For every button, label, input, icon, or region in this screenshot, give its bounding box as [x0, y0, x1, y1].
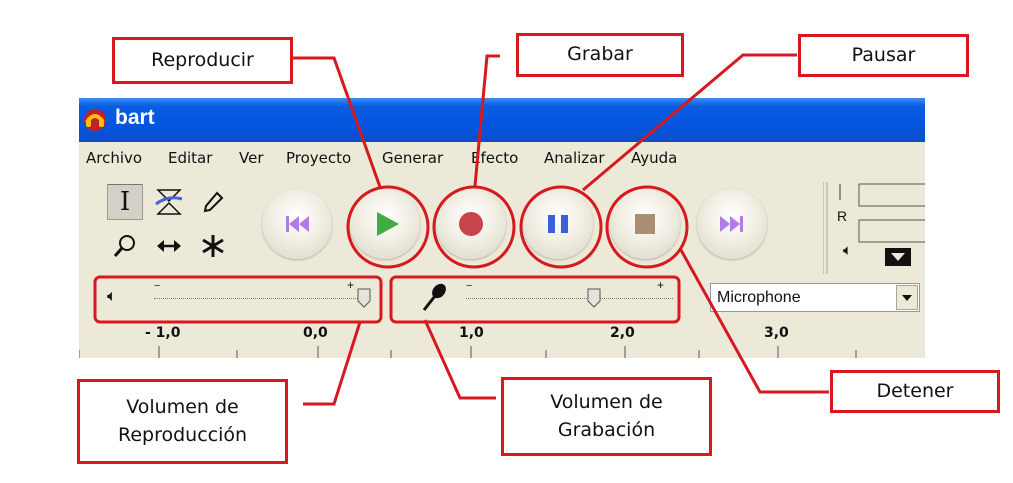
draw-tool-icon[interactable] [195, 184, 231, 220]
ruler-label: 2,0 [610, 325, 635, 341]
zoom-tool-icon[interactable] [107, 228, 143, 264]
record-icon [459, 212, 483, 236]
playback-volume-slider-thumb[interactable] [357, 288, 371, 308]
window-title: bart [115, 106, 155, 129]
menu-efecto[interactable]: Efecto [471, 149, 518, 167]
menu-editar[interactable]: Editar [168, 149, 212, 167]
ruler-ticks [79, 346, 857, 358]
playback-volume-slider-track[interactable] [154, 298, 364, 301]
callout-stop: Detener [830, 370, 1000, 413]
timeline-ruler[interactable]: - 1,0 0,0 1,0 2,0 3,0 [79, 320, 925, 358]
recording-volume-slider-track[interactable] [466, 298, 673, 301]
menu-proyecto[interactable]: Proyecto [286, 149, 351, 167]
play-button[interactable] [350, 189, 420, 259]
ruler-label: 0,0 [303, 325, 328, 341]
ruler-label: - 1,0 [145, 325, 181, 341]
pause-button[interactable] [523, 189, 593, 259]
callout-recording-volume: Volumen de Grabación [501, 377, 712, 456]
callout-record: Grabar [516, 33, 684, 77]
skip-end-icon [720, 216, 743, 232]
menu-ayuda[interactable]: Ayuda [631, 149, 677, 167]
stop-icon [635, 214, 655, 234]
playback-speaker-icon: 🔈︎ [107, 288, 117, 305]
title-bar[interactable]: bart [79, 98, 925, 142]
audacity-window: bart Archivo Editar Ver Proyecto Generar… [79, 98, 925, 358]
menu-generar[interactable]: Generar [382, 149, 443, 167]
record-button[interactable] [436, 189, 506, 259]
skip-start-icon [286, 216, 309, 232]
timeshift-tool-icon[interactable] [151, 228, 187, 264]
input-source-select[interactable]: Microphone [710, 283, 920, 312]
multi-tool-icon[interactable] [195, 228, 231, 264]
mixer-toolbar: 🔈︎ − + − + Microphone [79, 274, 925, 320]
tools-palette: I [107, 184, 233, 268]
callout-pause: Pausar [798, 34, 969, 77]
callout-play: Reproducir [112, 37, 293, 84]
skip-to-start-button[interactable] [262, 189, 332, 259]
menu-archivo[interactable]: Archivo [86, 149, 142, 167]
selection-tool-icon[interactable]: I [107, 184, 143, 220]
menu-ver[interactable]: Ver [239, 149, 264, 167]
input-source-value: Microphone [717, 289, 801, 306]
pause-icon [548, 215, 568, 233]
envelope-tool-icon[interactable] [151, 184, 187, 220]
chevron-down-icon[interactable] [896, 285, 918, 310]
meter-channel-label: R [837, 208, 848, 224]
menu-analizar[interactable]: Analizar [544, 149, 605, 167]
stop-button[interactable] [610, 189, 680, 259]
menu-bar: Archivo Editar Ver Proyecto Generar Efec… [79, 144, 925, 174]
skip-to-end-button[interactable] [697, 189, 767, 259]
audacity-app-icon [84, 109, 106, 131]
ruler-label: 1,0 [459, 325, 484, 341]
recording-min-mark: − [466, 280, 473, 292]
recording-volume-slider-thumb[interactable] [587, 288, 601, 308]
meter-speaker-icon[interactable]: 🔈︎ [843, 242, 852, 259]
meter-menu-dropdown-icon[interactable] [885, 248, 911, 266]
meter-toolbar: R 🔈︎ [823, 182, 925, 274]
play-icon [377, 212, 399, 236]
playback-max-mark: + [347, 278, 355, 292]
playback-min-mark: − [154, 280, 161, 292]
ruler-label: 3,0 [764, 325, 789, 341]
microphone-icon [422, 283, 446, 311]
recording-max-mark: + [657, 278, 665, 292]
callout-playback-volume: Volumen de Reproducción [77, 379, 288, 464]
toolbar: I R 🔈︎ [79, 174, 925, 274]
